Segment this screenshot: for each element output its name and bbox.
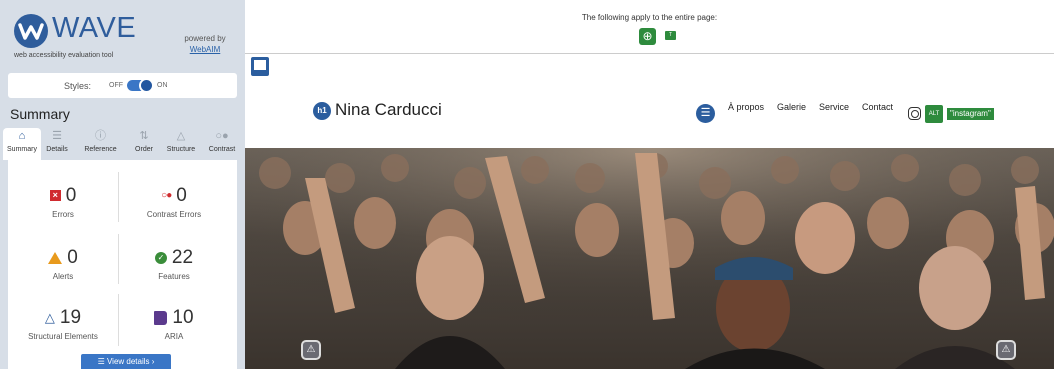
tab-label: Reference — [84, 146, 117, 153]
styles-toggle-row: Styles: OFF ON — [8, 73, 237, 98]
contrast-icon: ○● — [215, 130, 229, 142]
aria-region-icon[interactable] — [251, 57, 269, 76]
site-title[interactable]: Nina Carducci — [335, 100, 442, 120]
image-alt-icon[interactable]: ALT — [925, 105, 943, 123]
summary-panel: × 0 Errors ○● 0 Contrast Errors 0 Alerts ✓… — [8, 160, 237, 369]
structural-label: Structural Elements — [28, 332, 98, 341]
instagram-alt-text: "instagram" — [947, 108, 994, 120]
stat-alerts[interactable]: 0 Alerts — [8, 246, 118, 281]
stat-features[interactable]: ✓ 22 Features — [119, 246, 229, 281]
list-icon: ☰ — [97, 357, 105, 366]
styles-off-label: OFF — [109, 82, 123, 89]
tab-reference[interactable]: ⓘ Reference — [73, 128, 128, 160]
tab-label: Summary — [7, 146, 37, 153]
tab-contrast[interactable]: ○● Contrast — [202, 128, 242, 160]
stat-structural[interactable]: △ 19 Structural Elements — [8, 306, 118, 341]
aria-label: ARIA — [164, 332, 184, 341]
image-alert-icon[interactable]: ⚠ — [996, 340, 1016, 360]
structural-count: 19 — [59, 307, 82, 329]
structure-icon: △ — [44, 310, 55, 325]
wave-sidebar: WAVE web accessibility evaluation tool p… — [0, 0, 245, 369]
list-icon: ☰ — [52, 130, 62, 142]
page-level-notices: The following apply to the entire page: … — [245, 0, 1054, 54]
webaim-link[interactable]: WebAIM — [190, 45, 221, 54]
nav-link-contact[interactable]: Contact — [862, 102, 893, 112]
error-icon: × — [49, 190, 61, 202]
page-notice-text: The following apply to the entire page: — [581, 13, 718, 22]
styles-toggle[interactable] — [127, 78, 154, 93]
nav-link-apropos[interactable]: À propos — [728, 102, 764, 112]
site-header: h1 Nina Carducci ☰ À propos Galerie Serv… — [245, 78, 1054, 148]
alerts-count: 0 — [67, 247, 78, 268]
tab-details[interactable]: ☰ Details — [42, 128, 72, 160]
order-icon: ⇅ — [139, 130, 149, 142]
features-count: 22 — [171, 247, 194, 268]
info-icon: ⓘ — [95, 130, 106, 142]
contrast-error-icon: ○● — [161, 190, 172, 201]
feature-check-icon: ✓ — [154, 251, 167, 264]
view-details-label: View details › — [106, 357, 155, 366]
features-label: Features — [158, 272, 190, 281]
nav-link-galerie[interactable]: Galerie — [777, 102, 806, 112]
tab-order[interactable]: ⇅ Order — [129, 128, 159, 160]
errors-count: 0 — [65, 185, 77, 206]
tab-label: Structure — [166, 146, 196, 153]
toggle-knob — [139, 78, 154, 93]
aria-count: 10 — [172, 307, 194, 328]
tab-summary[interactable]: ⌂ Summary — [3, 128, 41, 160]
evaluated-page: The following apply to the entire page: … — [245, 0, 1054, 369]
errors-label: Errors — [52, 210, 74, 219]
aria-icon — [154, 310, 168, 325]
contrast-errors-count: 0 — [176, 185, 187, 207]
image-alert-icon[interactable]: ⚠ — [301, 340, 321, 360]
tab-label: Order — [135, 146, 153, 153]
view-details-button[interactable]: ☰ View details › — [81, 354, 171, 369]
hero-image: ⚠ ⚠ — [245, 148, 1054, 369]
heading-h1-icon[interactable]: h1 — [313, 102, 331, 120]
styles-on-label: ON — [157, 82, 168, 89]
styles-label: Styles: — [64, 81, 92, 91]
tab-label: Contrast — [208, 146, 236, 153]
crowd-photo — [245, 148, 1054, 369]
home-icon: ⌂ — [18, 130, 26, 142]
structure-icon: △ — [176, 130, 186, 142]
nav-link-service[interactable]: Service — [819, 102, 849, 112]
instagram-icon[interactable] — [908, 107, 921, 120]
language-icon[interactable]: ⊕ — [639, 28, 656, 45]
powered-by-label: powered by — [184, 34, 226, 43]
wave-tabs: ⌂ Summary ☰ Details ⓘ Reference ⇅ Order … — [0, 128, 245, 160]
wave-logo-text: WAVE — [52, 12, 137, 44]
page-title-icon[interactable]: T — [665, 31, 676, 40]
tab-structure[interactable]: △ Structure — [161, 128, 201, 160]
contrast-errors-label: Contrast Errors — [146, 210, 202, 219]
alerts-label: Alerts — [52, 272, 74, 281]
stat-contrast-errors[interactable]: ○● 0 Contrast Errors — [119, 184, 229, 219]
summary-heading: Summary — [10, 106, 70, 122]
stat-errors[interactable]: × 0 Errors — [8, 184, 118, 219]
tab-label: Details — [46, 146, 68, 153]
alert-icon — [48, 251, 63, 264]
navigation-icon[interactable]: ☰ — [696, 104, 715, 123]
wave-logo-icon — [14, 14, 48, 48]
stat-aria[interactable]: 10 ARIA — [119, 306, 229, 341]
powered-by: powered by WebAIM — [170, 33, 240, 55]
